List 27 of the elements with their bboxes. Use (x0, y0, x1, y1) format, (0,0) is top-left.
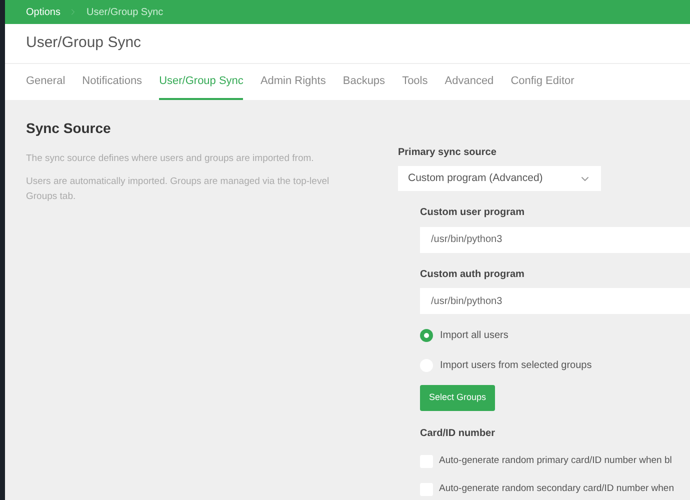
tab[interactable]: User/Group Sync (159, 72, 244, 100)
breadcrumb-link[interactable]: Options (26, 4, 60, 20)
page-title: User/Group Sync (26, 33, 142, 54)
checkbox-label: Auto-generate random primary card/ID number when bl (439, 454, 672, 468)
select-groups-button[interactable]: Select Groups (420, 385, 496, 411)
tab[interactable]: Backups (342, 72, 386, 100)
tab[interactable]: Admin Rights (260, 72, 326, 100)
breadcrumb-link[interactable]: User/Group Sync (86, 4, 164, 20)
field-label: Custom auth program (420, 268, 526, 282)
tab[interactable]: Advanced (444, 72, 494, 100)
tab[interactable]: Notifications (82, 72, 142, 100)
radio-label: Import all users (440, 328, 508, 342)
program-input[interactable]: /usr/bin/python3 (420, 288, 690, 314)
section-title: Sync Source (26, 119, 112, 138)
radio-label: Import users from selected groups (440, 358, 592, 372)
description-text: The sync source defines where users and groups are imported from. (26, 152, 315, 166)
field-label: Card/ID number (420, 427, 496, 441)
checkbox-label: Auto-generate random secondary card/ID number when (439, 482, 674, 496)
tab[interactable]: Config Editor (510, 72, 574, 100)
tab[interactable]: Tools (402, 72, 428, 100)
field-label: Primary sync source (398, 146, 498, 160)
program-input[interactable]: /usr/bin/python3 (420, 226, 690, 252)
sync-source-dropdown[interactable]: Custom program (Advanced) (398, 166, 601, 191)
description-text: Users are automatically imported. Groups are managed via the top-level Groups tab. (26, 175, 330, 204)
field-label: Custom user program (420, 206, 526, 220)
tab[interactable]: General (26, 72, 66, 100)
radio-button[interactable] (420, 328, 433, 342)
